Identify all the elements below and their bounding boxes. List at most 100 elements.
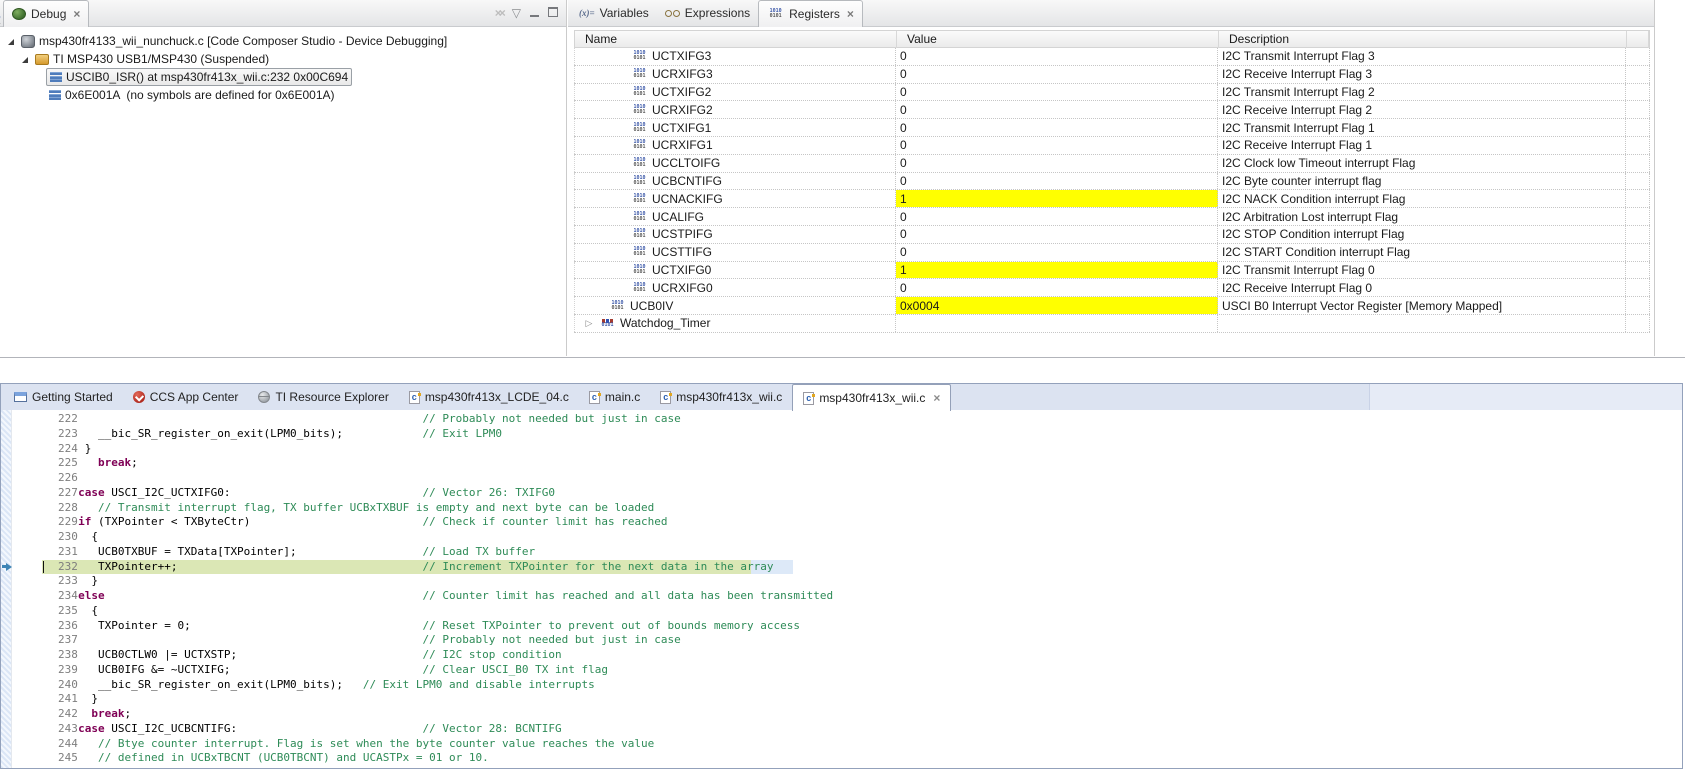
- collapsed-expander-icon[interactable]: ▷: [583, 315, 595, 331]
- code-line[interactable]: 225 break;: [1, 456, 1682, 471]
- table-row[interactable]: 1010 0101 UCTXIFG3 0 I2C Transmit Interrupt …: [574, 48, 1650, 66]
- panel-separator[interactable]: [0, 357, 1685, 358]
- code-line[interactable]: 243 case USCI_I2C_UCBCNTIFG: // Vector 2…: [1, 722, 1682, 737]
- register-value-cell[interactable]: 0: [896, 101, 1218, 119]
- code-line[interactable]: 239 UCB0IFG &= ~UCTXIFG; // Clear USCI_B…: [1, 663, 1682, 678]
- tab-variables[interactable]: (x)= Variables: [571, 0, 657, 26]
- code-line[interactable]: 222 // Probably not needed but just in c…: [1, 412, 1682, 427]
- line-number[interactable]: 226: [58, 471, 78, 484]
- editor-tab-4[interactable]: c main.c: [579, 384, 650, 410]
- register-value-cell[interactable]: 0: [896, 48, 1218, 65]
- close-icon[interactable]: ×: [933, 391, 940, 405]
- table-row[interactable]: 1010 0101 UCB0IV 0x0004 USCI B0 Interrupt Ve…: [574, 297, 1650, 315]
- code-line[interactable]: 231 UCB0TXBUF = TXData[TXPointer]; // Lo…: [1, 545, 1682, 560]
- register-value-cell[interactable]: 0: [896, 83, 1218, 101]
- register-description-cell: I2C Receive Interrupt Flag 3: [1218, 65, 1626, 83]
- tree-item[interactable]: msp430fr4133_wii_nunchuck.c [Code Compos…: [0, 32, 566, 50]
- code-line[interactable]: 234 else // Counter limit has reached an…: [1, 589, 1682, 604]
- register-extra-cell: [1626, 65, 1650, 83]
- tab-registers[interactable]: 1010 0101 Registers ×: [758, 0, 863, 27]
- register-description-cell: I2C Transmit Interrupt Flag 1: [1218, 119, 1626, 136]
- editor-tab-1[interactable]: CCS App Center: [123, 384, 249, 410]
- code-line[interactable]: 238 UCB0CTLW0 |= UCTXSTP; // I2C stop co…: [1, 648, 1682, 663]
- editor-tab-5[interactable]: c msp430fr413x_wii.c: [650, 384, 792, 410]
- editor-tab-3[interactable]: c msp430fr413x_LCDE_04.c: [399, 384, 579, 410]
- code-line[interactable]: 226: [1, 471, 1682, 486]
- register-name: UCSTPIFG: [652, 227, 713, 242]
- table-row[interactable]: 1010 0101 UCTXIFG2 0 I2C Transmit Interrupt …: [574, 83, 1650, 102]
- column-header-description[interactable]: Description: [1219, 31, 1627, 48]
- code-line[interactable]: 244 // Btye counter interrupt. Flag is s…: [1, 737, 1682, 752]
- code-line[interactable]: 223 __bic_SR_register_on_exit(LPM0_bits)…: [1, 427, 1682, 442]
- expander-icon[interactable]: [4, 32, 18, 50]
- table-row[interactable]: 1010 0101 UCSTTIFG 0 I2C START Condition int…: [574, 243, 1650, 262]
- tab-expressions[interactable]: Expressions: [657, 0, 758, 26]
- table-row[interactable]: 1010 0101 UCSTPIFG 0 I2C STOP Condition inte…: [574, 225, 1650, 244]
- code-line[interactable]: 245 // defined in UCBxTBCNT (UCB0TBCNT) …: [1, 751, 1682, 766]
- register-value-cell[interactable]: 0: [896, 208, 1218, 225]
- tree-item[interactable]: 0x6E001A (no symbols are defined for 0x6…: [0, 86, 566, 104]
- column-header-name[interactable]: Name: [575, 31, 897, 48]
- code-line[interactable]: 224 }: [1, 442, 1682, 457]
- code-line[interactable]: 227 case USCI_I2C_UCTXIFG0: // Vector 26…: [1, 486, 1682, 501]
- expander-icon[interactable]: [18, 50, 32, 68]
- table-row[interactable]: 1010 0101 UCRXIFG3 0 I2C Receive Interrupt F…: [574, 65, 1650, 84]
- table-row[interactable]: 1010 0101 UCRXIFG2 0 I2C Receive Interrupt F…: [574, 101, 1650, 120]
- table-row[interactable]: ▷ 0101 Watchdog_Timer: [574, 314, 1650, 333]
- register-name-cell: 1010 0101 UCNACKIFG: [574, 190, 896, 208]
- code-line[interactable]: 233 }: [1, 574, 1682, 589]
- tree-item[interactable]: TI MSP430 USB1/MSP430 (Suspended): [0, 50, 566, 68]
- code-line[interactable]: 235 {: [1, 604, 1682, 619]
- register-value-cell[interactable]: 0: [896, 279, 1218, 297]
- code-line[interactable]: 241 }: [1, 692, 1682, 707]
- view-menu-icon[interactable]: ▽: [512, 7, 521, 19]
- maximize-icon[interactable]: [548, 7, 558, 19]
- register-value-cell[interactable]: [896, 314, 1218, 332]
- code-line[interactable]: 230 {: [1, 530, 1682, 545]
- column-header-value[interactable]: Value: [897, 31, 1219, 48]
- table-row[interactable]: 1010 0101 UCRXIFG1 0 I2C Receive Interrupt F…: [574, 136, 1650, 155]
- register-value-cell[interactable]: 0: [896, 65, 1218, 83]
- register-value-cell[interactable]: 0: [896, 136, 1218, 154]
- code-line[interactable]: 229 if (TXPointer < TXByteCtr) // Check …: [1, 515, 1682, 530]
- register-value-cell[interactable]: 0: [896, 154, 1218, 172]
- register-extra-cell: [1626, 225, 1650, 243]
- register-value-cell[interactable]: 0: [896, 225, 1218, 243]
- code-area[interactable]: 222 // Probably not needed but just in c…: [1, 410, 1682, 768]
- remove-all-terminated-icon[interactable]: ××: [495, 7, 506, 19]
- tab-debug[interactable]: Debug ×: [3, 0, 90, 27]
- code-text: UCB0IFG &= ~UCTXIFG;: [64, 662, 231, 676]
- register-value-cell[interactable]: 0: [896, 119, 1218, 136]
- close-icon[interactable]: ×: [847, 7, 854, 21]
- tree-item[interactable]: USCIB0_ISR() at msp430fr413x_wii.c:232 0…: [0, 68, 566, 86]
- register-bits-icon: 1010 0101: [633, 68, 646, 80]
- table-row[interactable]: 1010 0101 UCTXIFG1 0 I2C Transmit Interrupt …: [574, 119, 1650, 137]
- register-bits-icon: 1010 0101: [633, 157, 646, 169]
- expressions-tab-label: Expressions: [684, 6, 751, 20]
- code-line[interactable]: 237 // Probably not needed but just in c…: [1, 633, 1682, 648]
- tabbar-spacer: [1369, 384, 1682, 410]
- table-row[interactable]: 1010 0101 UCALIFG 0 I2C Arbitration Lost int…: [574, 208, 1650, 226]
- code-line[interactable]: 228 // Transmit interrupt flag, TX buffe…: [1, 501, 1682, 516]
- register-value-cell[interactable]: 0: [896, 243, 1218, 261]
- register-value-cell[interactable]: 1: [896, 261, 1218, 279]
- close-icon[interactable]: ×: [73, 7, 80, 21]
- table-row[interactable]: 1010 0101 UCNACKIFG 1 I2C NACK Condition int…: [574, 190, 1650, 209]
- code-line[interactable]: 232 TXPointer++; // Increment TXPointer …: [1, 559, 1682, 575]
- editor-tab-2[interactable]: TI Resource Explorer: [248, 384, 398, 410]
- code-line[interactable]: 236 TXPointer = 0; // Reset TXPointer to…: [1, 619, 1682, 634]
- register-value-cell[interactable]: 0x0004: [896, 297, 1218, 314]
- editor-tab-6[interactable]: c msp430fr413x_wii.c ×: [792, 384, 952, 411]
- table-row[interactable]: 1010 0101 UCCLTOIFG 0 I2C Clock low Timeout …: [574, 154, 1650, 173]
- table-row[interactable]: 1010 0101 UCRXIFG0 0 I2C Receive Interrupt F…: [574, 279, 1650, 298]
- table-row[interactable]: 1010 0101 UCTXIFG0 1 I2C Transmit Interrupt …: [574, 261, 1650, 280]
- minimize-icon[interactable]: [530, 7, 539, 19]
- editor-tab-0[interactable]: Getting Started: [4, 384, 123, 410]
- code-line[interactable]: 242 break;: [1, 707, 1682, 722]
- code-comment: // Probably not needed but just in case: [422, 633, 681, 647]
- code-line[interactable]: 240 __bic_SR_register_on_exit(LPM0_bits)…: [1, 678, 1682, 693]
- register-value-cell[interactable]: 1: [896, 190, 1218, 208]
- table-row[interactable]: 1010 0101 UCBCNTIFG 0 I2C Byte counter inter…: [574, 172, 1650, 191]
- register-value-cell[interactable]: 0: [896, 172, 1218, 190]
